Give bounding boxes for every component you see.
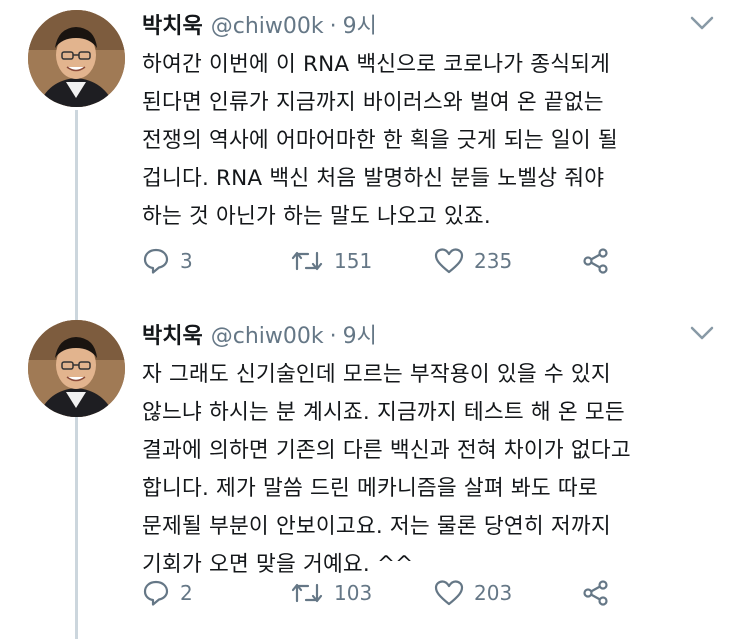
user-handle[interactable]: @chiw00k (211, 324, 324, 349)
heart-icon (434, 247, 464, 275)
reply-icon (142, 247, 170, 275)
like-count: 203 (474, 581, 513, 605)
share-button[interactable] (582, 579, 610, 607)
tweet-text-line: 합니다. 제가 말씀 드린 메카니즘을 살펴 봐도 따로 (142, 476, 598, 501)
timestamp[interactable]: 9시 (343, 318, 377, 350)
avatar[interactable] (28, 10, 125, 107)
tweet-text-line: 하여간 이번에 이 RNA 백신으로 코로나가 종식되게 (142, 52, 611, 77)
heart-icon (434, 579, 464, 607)
timestamp[interactable]: 9시 (343, 8, 377, 40)
chevron-down-icon[interactable] (689, 324, 715, 342)
tweet[interactable]: 박치욱 @chiw00k · 9시 자 그래도 신기술인데 모르는 부작용이 있… (0, 310, 735, 639)
tweet-text-line: 된다면 인류가 지금까지 바이러스와 벌여 온 끝없는 (142, 90, 604, 115)
reply-button[interactable]: 3 (142, 247, 193, 275)
tweet-text-line: 않느냐 하시는 분 계시죠. 지금까지 테스트 해 온 모든 (142, 400, 625, 425)
display-name[interactable]: 박치욱 (142, 8, 203, 40)
reply-count: 3 (180, 249, 193, 273)
tweet-actions: 2 103 203 (142, 576, 662, 610)
reply-count: 2 (180, 581, 193, 605)
retweet-button[interactable]: 151 (290, 248, 372, 274)
retweet-count: 103 (334, 581, 373, 605)
tweet-text-line: 하는 것 아닌가 하는 말도 나오고 있죠. (142, 204, 491, 229)
tweet[interactable]: 박치욱 @chiw00k · 9시 하여간 이번에 이 RNA 백신으로 코로나… (0, 0, 735, 300)
separator-dot: · (329, 14, 337, 39)
share-icon (582, 579, 610, 607)
tweet-text-line: 문제될 부분이 안보이고요. 저는 물론 당연히 저까지 (142, 514, 611, 539)
reply-button[interactable]: 2 (142, 579, 193, 607)
share-icon (582, 247, 610, 275)
retweet-button[interactable]: 103 (290, 580, 372, 606)
tweet-header: 박치욱 @chiw00k · 9시 (142, 8, 377, 40)
retweet-count: 151 (334, 249, 373, 273)
avatar[interactable] (28, 320, 125, 417)
chevron-down-icon[interactable] (689, 14, 715, 32)
like-button[interactable]: 235 (434, 247, 512, 275)
tweet-actions: 3 151 235 (142, 244, 662, 278)
tweet-text: 자 그래도 신기술인데 모르는 부작용이 있을 수 있지 않느냐 하시는 분 계… (142, 356, 722, 584)
retweet-icon (290, 580, 324, 606)
display-name[interactable]: 박치욱 (142, 318, 203, 350)
tweet-text-line: 자 그래도 신기술인데 모르는 부작용이 있을 수 있지 (142, 362, 611, 387)
tweet-text: 하여간 이번에 이 RNA 백신으로 코로나가 종식되게 된다면 인류가 지금까… (142, 46, 722, 236)
separator-dot: · (329, 324, 337, 349)
tweet-text-line: 겁니다. RNA 백신 처음 발명하신 분들 노벨상 줘야 (142, 166, 605, 191)
like-count: 235 (474, 249, 513, 273)
reply-icon (142, 579, 170, 607)
retweet-icon (290, 248, 324, 274)
tweet-text-line: 전쟁의 역사에 어마어마한 한 획을 긋게 되는 일이 될 (142, 128, 618, 153)
share-button[interactable] (582, 247, 610, 275)
like-button[interactable]: 203 (434, 579, 512, 607)
user-handle[interactable]: @chiw00k (211, 14, 324, 39)
tweet-text-line: 결과에 의하면 기존의 다른 백신과 전혀 차이가 없다고 (142, 438, 631, 463)
tweet-header: 박치욱 @chiw00k · 9시 (142, 318, 377, 350)
